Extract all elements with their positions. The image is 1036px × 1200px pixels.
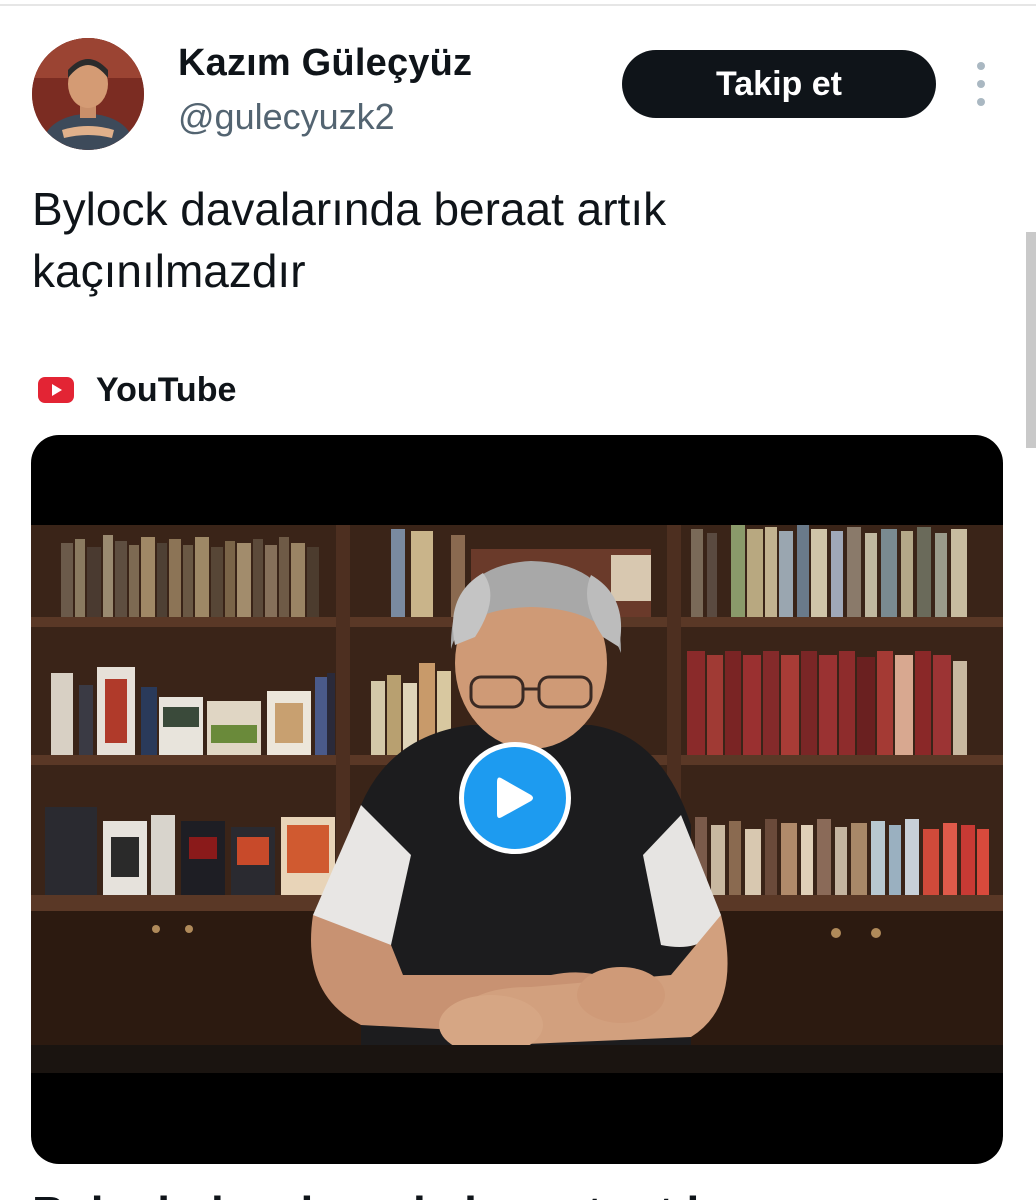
avatar[interactable] <box>32 38 144 150</box>
more-vertical-icon[interactable] <box>966 62 996 106</box>
play-icon[interactable] <box>459 742 571 854</box>
top-divider <box>0 4 1036 6</box>
follow-button[interactable]: Takip et <box>622 50 936 118</box>
tweet-text: Bylock davalarında beraat artık kaçınılm… <box>32 183 667 297</box>
play-triangle <box>497 777 533 818</box>
video-card[interactable] <box>31 435 1003 1164</box>
tweet-page: Kazım Güleçyüz @gulecyuzk2 Takip et Bylo… <box>0 0 1036 1200</box>
card-source-name: YouTube <box>96 370 237 409</box>
youtube-icon <box>38 377 74 403</box>
scrollbar-thumb[interactable] <box>1026 232 1036 448</box>
avatar-image <box>32 38 144 150</box>
more-dot <box>977 80 985 88</box>
card-source[interactable]: YouTube <box>38 368 236 412</box>
author-name[interactable]: Kazım Güleçyüz <box>178 42 472 85</box>
card-title[interactable]: Bylock davalarında beraat artık <box>32 1186 712 1200</box>
more-dot <box>977 98 985 106</box>
more-dot <box>977 62 985 70</box>
author-handle[interactable]: @gulecyuzk2 <box>178 96 395 138</box>
